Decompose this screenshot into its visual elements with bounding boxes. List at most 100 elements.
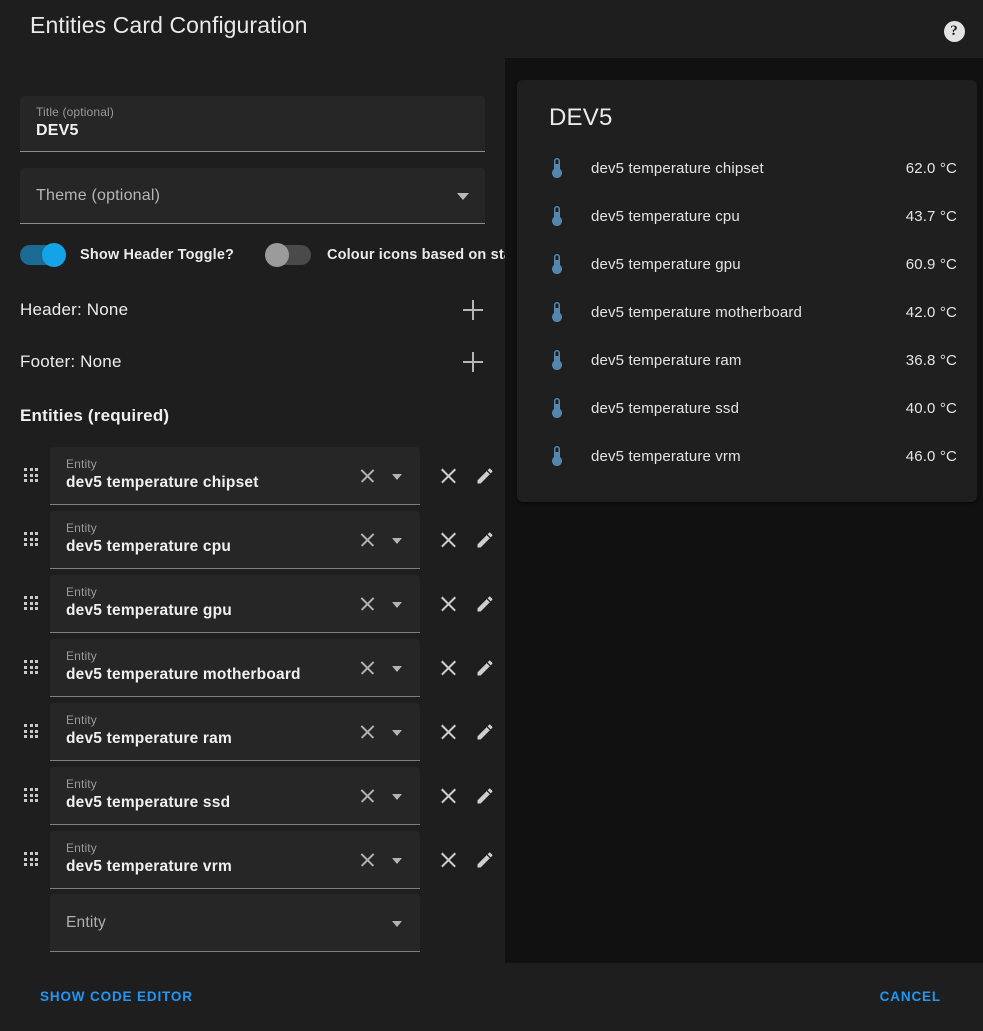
chevron-down-icon[interactable] (392, 473, 402, 480)
preview-entity-row[interactable]: dev5 temperature motherboard 42.0 °C (533, 288, 961, 336)
pencil-icon (477, 596, 493, 612)
preview-entity-row[interactable]: dev5 temperature gpu 60.9 °C (533, 240, 961, 288)
preview-entity-value: 62.0 °C (905, 159, 957, 177)
entity-row: Entity dev5 temperature ssd (20, 764, 493, 828)
show-code-editor-button[interactable]: SHOW CODE EDITOR (36, 984, 197, 1010)
preview-entity-name: dev5 temperature cpu (591, 207, 740, 225)
entity-input[interactable]: Entity dev5 temperature ssd (50, 767, 420, 825)
title-input-value: DEV5 (36, 122, 79, 139)
edit-entity-button[interactable] (475, 658, 495, 678)
drag-handle-icon[interactable] (24, 852, 38, 868)
dialog-action-bar: SHOW CODE EDITOR CANCEL (0, 963, 983, 1031)
chevron-down-icon[interactable] (392, 920, 402, 927)
remove-entity-button[interactable] (439, 659, 457, 677)
entity-input[interactable]: Entity dev5 temperature chipset (50, 447, 420, 505)
entity-input[interactable]: Entity dev5 temperature cpu (50, 511, 420, 569)
preview-entity-value: 42.0 °C (905, 303, 957, 321)
show-header-toggle-group: Show Header Toggle? (20, 238, 234, 272)
entity-row: Entity dev5 temperature vrm (20, 828, 493, 892)
chevron-down-icon[interactable] (392, 665, 402, 672)
entities-card-configuration-dialog: Entities Card Configuration ? Title (opt… (0, 0, 983, 1031)
chevron-down-icon[interactable] (392, 857, 402, 864)
remove-entity-button[interactable] (439, 723, 457, 741)
thermometer-icon (545, 348, 569, 372)
chevron-down-icon[interactable] (392, 537, 402, 544)
title-input[interactable]: Title (optional) DEV5 (20, 96, 485, 152)
pencil-icon (477, 788, 493, 804)
clear-icon[interactable] (358, 659, 376, 677)
remove-entity-button[interactable] (439, 851, 457, 869)
edit-entity-button[interactable] (475, 594, 495, 614)
add-footer-button[interactable] (460, 349, 486, 375)
drag-handle-icon[interactable] (24, 468, 38, 484)
chevron-down-icon[interactable] (392, 793, 402, 800)
thermometer-icon (545, 396, 569, 420)
drag-handle-icon[interactable] (24, 724, 38, 740)
drag-handle-icon[interactable] (24, 532, 38, 548)
add-header-button[interactable] (460, 297, 486, 323)
clear-icon[interactable] (358, 723, 376, 741)
drag-handle-icon[interactable] (24, 788, 38, 804)
edit-entity-button[interactable] (475, 786, 495, 806)
colour-icons-toggle-group: Colour icons based on state? (265, 238, 534, 272)
remove-entity-button[interactable] (439, 467, 457, 485)
clear-icon[interactable] (358, 851, 376, 869)
edit-entity-button[interactable] (475, 850, 495, 870)
clear-icon[interactable] (358, 531, 376, 549)
clear-icon[interactable] (358, 595, 376, 613)
edit-entity-button[interactable] (475, 530, 495, 550)
theme-select-placeholder: Theme (optional) (36, 186, 161, 204)
remove-entity-button[interactable] (439, 595, 457, 613)
pencil-icon (477, 532, 493, 548)
preview-entity-list: dev5 temperature chipset 62.0 °C dev5 temp… (533, 144, 961, 480)
remove-entity-button[interactable] (439, 531, 457, 549)
footer-section-label: Footer: None (20, 352, 122, 371)
entity-list: Entity dev5 temperature chipset Entity dev5… (20, 444, 493, 954)
clear-icon[interactable] (358, 787, 376, 805)
chevron-down-icon[interactable] (392, 601, 402, 608)
preview-entity-value: 60.9 °C (905, 255, 957, 273)
theme-select[interactable]: Theme (optional) (20, 168, 485, 224)
toggles-row: Show Header Toggle? Colour icons based o… (20, 238, 534, 272)
entity-input[interactable]: Entity dev5 temperature ram (50, 703, 420, 761)
header-section-label: Header: None (20, 300, 129, 319)
colour-icons-toggle[interactable] (265, 243, 311, 267)
drag-handle-icon[interactable] (24, 596, 38, 612)
clear-icon[interactable] (358, 467, 376, 485)
preview-entity-row[interactable]: dev5 temperature cpu 43.7 °C (533, 192, 961, 240)
thermometer-icon (545, 444, 569, 468)
edit-entity-button[interactable] (475, 466, 495, 486)
entity-row: Entity dev5 temperature gpu (20, 572, 493, 636)
remove-entity-button[interactable] (439, 787, 457, 805)
toggle-knob (42, 243, 66, 267)
drag-handle-icon[interactable] (24, 660, 38, 676)
entity-row: Entity dev5 temperature ram (20, 700, 493, 764)
preview-entity-row[interactable]: dev5 temperature chipset 62.0 °C (533, 144, 961, 192)
add-entity-picker[interactable]: Entity (50, 894, 420, 952)
preview-entity-name: dev5 temperature ram (591, 351, 742, 369)
header-section-row: Header: None (20, 284, 485, 336)
toggle-knob (265, 243, 289, 267)
entity-input[interactable]: Entity dev5 temperature gpu (50, 575, 420, 633)
preview-entity-value: 46.0 °C (905, 447, 957, 465)
preview-entity-value: 36.8 °C (905, 351, 957, 369)
cancel-button[interactable]: CANCEL (876, 984, 945, 1010)
entity-input[interactable]: Entity dev5 temperature vrm (50, 831, 420, 889)
preview-entity-name: dev5 temperature gpu (591, 255, 741, 273)
edit-entity-button[interactable] (475, 722, 495, 742)
entity-input[interactable]: Entity dev5 temperature motherboard (50, 639, 420, 697)
add-entity-placeholder: Entity (66, 913, 106, 931)
footer-section-row: Footer: None (20, 336, 485, 388)
help-button[interactable]: ? (937, 14, 971, 48)
preview-entity-row[interactable]: dev5 temperature vrm 46.0 °C (533, 432, 961, 480)
show-header-toggle[interactable] (20, 243, 66, 267)
show-header-toggle-label: Show Header Toggle? (80, 247, 235, 263)
dialog-header: Entities Card Configuration ? (0, 0, 983, 58)
preview-entity-row[interactable]: dev5 temperature ram 36.8 °C (533, 336, 961, 384)
title-input-label: Title (optional) (36, 105, 114, 119)
thermometer-icon (545, 300, 569, 324)
card-preview-pane: DEV5 dev5 temperature chipset 62.0 °C dev5… (505, 58, 983, 963)
chevron-down-icon[interactable] (392, 729, 402, 736)
preview-entity-row[interactable]: dev5 temperature ssd 40.0 °C (533, 384, 961, 432)
preview-entity-name: dev5 temperature motherboard (591, 303, 802, 321)
